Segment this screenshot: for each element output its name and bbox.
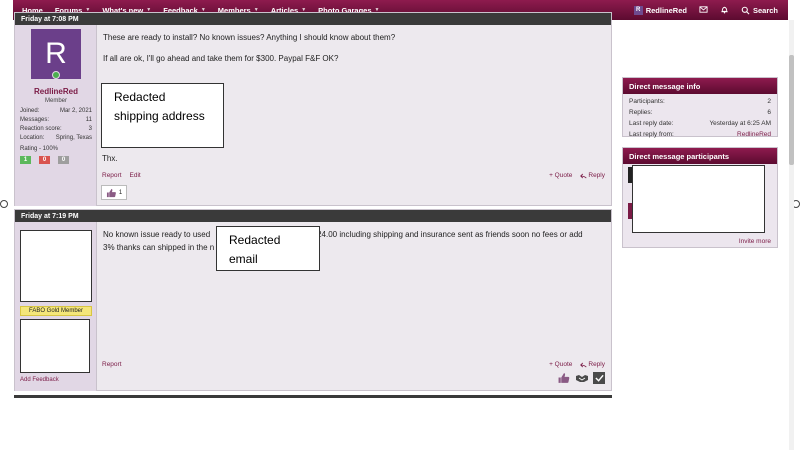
report-link[interactable]: Report [102,172,122,179]
stat-label: Location: [20,135,45,141]
reply-arrow-icon [580,173,587,178]
user-menu[interactable]: R RedlineRed [633,5,687,15]
search-button[interactable]: Search [741,6,778,15]
dm-info-row: Last reply date: Yesterday at 6:25 AM [623,118,777,129]
post-1-left-actions: Report Edit [102,172,141,179]
post-2-header: Friday at 7:19 PM [15,210,611,222]
checkmark-icon[interactable] [593,372,605,384]
dm-info-panel: Direct message info Participants: 2 Replie… [622,77,778,140]
dm-info-value: 6 [767,109,771,116]
stat-value: 11 [85,117,92,123]
report-link[interactable]: Report [102,361,122,368]
search-icon [741,6,750,14]
post-2-line-1: No known issue ready to used 324.00 incl… [103,228,605,241]
post-2-time[interactable]: Friday at 7:19 PM [21,213,79,220]
post-1-line-2: If all are ok, I'll go ahead and take th… [103,54,339,63]
post-2-left-actions: Report [102,361,122,368]
nav-username: RedlineRed [645,5,687,15]
post-1-right-actions: + Quote Reply [549,172,605,179]
user-avatar-mini: R [633,5,643,15]
rating-badges: 100 [20,156,69,164]
dm-info-value: 2 [767,98,771,105]
stat-value: 3 [88,126,92,132]
inbox-icon[interactable] [699,5,708,16]
post-2-text-after: 324.00 including shipping and insurance … [312,230,583,239]
rating-badge[interactable]: 1 [20,156,31,164]
dm-info-title: Direct message info [623,78,777,94]
redacted-user-info [20,319,90,373]
handshake-icon[interactable] [575,372,589,384]
post-1-user-title: Member [44,98,67,104]
reaction-count: 1 [118,189,123,196]
reply-label: Reply [588,361,605,368]
reply-label: Reply [588,172,605,179]
dm-participants-title: Direct message participants [623,148,777,164]
thumbs-up-icon[interactable] [557,372,571,384]
post-1-user-panel: R RedlineRed Member Joined: Mar 2, 2021 Me… [15,25,97,206]
post-1-header: Friday at 7:08 PM [15,13,611,25]
rating-badge[interactable]: 0 [58,156,69,164]
nav-right: R RedlineRed Search [633,0,778,20]
quote-button[interactable]: + Quote [549,172,572,179]
stat-label: Messages: [20,117,50,123]
quote-button[interactable]: + Quote [549,361,572,368]
add-feedback-link[interactable]: Add Feedback [20,377,59,383]
post-2-text-before: No known issue ready to used [103,230,211,239]
reaction-button[interactable]: 1 [101,185,127,200]
dm-info-label: Last reply date: [629,120,674,127]
stat-label: Reaction score: [20,126,62,132]
invite-more-link[interactable]: Invite more [739,238,771,245]
bell-icon[interactable] [720,5,729,16]
post-2-user-panel: FABO Gold Member Add Feedback [15,222,97,391]
redacted-avatar [20,230,92,302]
page-scrollbar[interactable] [789,20,794,450]
dm-info-label: Participants: [629,98,665,105]
post-2-body: No known issue ready to used 324.00 incl… [97,222,611,391]
dm-info-row: Replies: 6 [623,107,777,118]
next-post-header [14,395,612,398]
avatar-letter: R [45,37,67,70]
dm-info-value: Yesterday at 6:25 AM [709,120,771,127]
dm-info-label: Replies: [629,109,653,116]
dm-info-value[interactable]: RedlineRed [737,131,771,138]
reply-arrow-icon [580,362,587,367]
rating-badge[interactable]: 0 [39,156,50,164]
user-stat-row: Reaction score: 3 [20,126,92,132]
dm-participants-panel: Direct message participants Invite more [622,147,778,248]
stat-label: Joined: [20,108,40,114]
gold-member-badge: FABO Gold Member [20,306,92,316]
post-2-right-actions: + Quote Reply [549,361,605,368]
user-stat-row: Location: Spring, Texas [20,135,92,141]
redacted-participants [632,165,765,233]
message-post-1: Friday at 7:08 PM R RedlineRed Member Jo… [14,12,612,206]
scrollbar-thumb[interactable] [789,55,794,165]
post-1-line-1: These are ready to install? No known iss… [103,33,396,42]
post-2-line-2: 3% thanks can shipped in the n [103,243,215,252]
dm-info-rows: Participants: 2 Replies: 6 Last reply date: Y… [623,94,777,140]
reply-button[interactable]: Reply [580,172,605,179]
post-1-line-3: Thx. [102,154,118,163]
reply-button[interactable]: Reply [580,361,605,368]
left-drag-handle[interactable] [0,200,8,208]
dm-info-label: Last reply from: [629,131,674,138]
rating-text: Rating - 100% [20,146,59,152]
message-post-2: Friday at 7:19 PM FABO Gold Member Add F… [14,209,612,391]
online-status-icon [52,71,60,79]
post-2-reaction-icons [557,372,605,384]
redacted-shipping-address: Redacted shipping address [101,83,224,148]
user-stat-row: Joined: Mar 2, 2021 [20,108,92,114]
stat-value: Spring, Texas [55,135,92,141]
post-1-time[interactable]: Friday at 7:08 PM [21,16,79,23]
redacted-email: Redacted email [216,226,320,271]
post-1-username[interactable]: RedlineRed [15,87,97,96]
dm-info-row: Last reply from: RedlineRed [623,129,777,140]
user-stat-row: Messages: 11 [20,117,92,123]
dm-info-row: Participants: 2 [623,96,777,107]
thumbs-up-icon [106,188,116,197]
edit-link[interactable]: Edit [130,172,141,179]
stat-value: Mar 2, 2021 [59,108,92,114]
search-label: Search [752,5,778,15]
